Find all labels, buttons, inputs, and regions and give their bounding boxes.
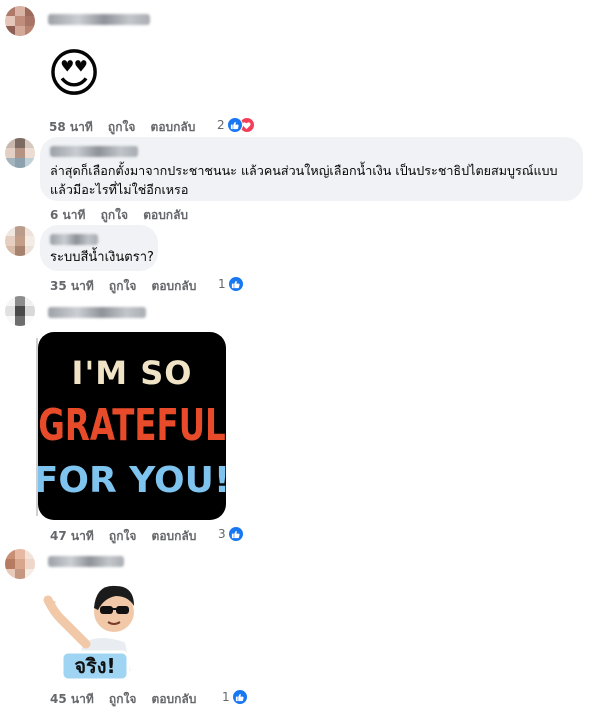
reaction-summary[interactable]: 2 [217, 117, 255, 133]
comment-text: ระบบสีน้ำเงินตรา? [50, 250, 154, 265]
sticker-line-3: FOR YOU! [38, 460, 226, 501]
like-icon [227, 276, 244, 292]
avatar[interactable] [5, 6, 35, 36]
reaction-summary[interactable]: 1 [218, 276, 244, 292]
reply-button[interactable]: ตอบกลับ [152, 690, 197, 709]
comment-meta: 35 นาที ถูกใจ ตอบกลับ [50, 277, 196, 296]
avatar[interactable] [5, 226, 35, 256]
commenter-name-blurred[interactable] [48, 14, 150, 25]
like-button[interactable]: ถูกใจ [108, 118, 135, 137]
commenter-name-blurred[interactable] [48, 307, 146, 318]
reply-button[interactable]: ตอบกลับ [151, 118, 196, 137]
grateful-sticker-art: I'M SO GRATEFUL FOR YOU! [38, 354, 226, 501]
emoji-sticker: 😍 [46, 44, 102, 104]
comment-meta: 58 นาที ถูกใจ ตอบกลับ [49, 118, 195, 137]
reaction-count: 3 [218, 527, 226, 541]
reply-button[interactable]: ตอบกลับ [152, 277, 197, 296]
comment-meta: 45 นาที ถูกใจ ตอบกลับ [50, 690, 196, 709]
sticker-line-1: I'M SO [72, 354, 193, 392]
sticker-line-2: GRATEFUL [38, 401, 225, 451]
gif-sticker[interactable]: I'M SO GRATEFUL FOR YOU! [38, 332, 226, 520]
like-button[interactable]: ถูกใจ [109, 527, 136, 546]
like-button[interactable]: ถูกใจ [109, 690, 136, 709]
comment-time[interactable]: 45 นาที [50, 690, 94, 709]
like-icon [226, 117, 243, 133]
avatar[interactable] [5, 549, 35, 579]
person-sticker[interactable]: จริง! [42, 572, 150, 684]
avatar[interactable] [5, 138, 35, 168]
reaction-summary[interactable]: 3 [218, 526, 244, 542]
reply-button[interactable]: ตอบกลับ [143, 206, 188, 225]
commenter-name-blurred[interactable] [48, 556, 124, 567]
comment-meta: 6 นาที ถูกใจ ตอบกลับ [50, 206, 188, 225]
sticker-caption: จริง! [74, 654, 116, 678]
avatar[interactable] [5, 296, 35, 326]
like-icon [227, 526, 244, 542]
comment-text-line: ล่าสุดก็เลือกตั้งมาจากประชาชนนะ แล้วคนส่… [50, 163, 558, 178]
comment-meta: 47 นาที ถูกใจ ตอบกลับ [50, 527, 196, 546]
reaction-count: 1 [222, 690, 230, 704]
reaction-count: 1 [218, 277, 226, 291]
comment-text: ล่าสุดก็เลือกตั้งมาจากประชาชนนะ แล้วคนส่… [50, 161, 580, 199]
comment-time[interactable]: 47 นาที [50, 527, 94, 546]
commenter-name-blurred[interactable] [50, 234, 98, 245]
reaction-count: 2 [217, 118, 225, 132]
reply-button[interactable]: ตอบกลับ [152, 527, 197, 546]
like-button[interactable]: ถูกใจ [109, 277, 136, 296]
comment-text-line: แล้วมีอะไรที่ไม่ใช่อีกเหรอ [50, 182, 189, 197]
commenter-name-blurred[interactable] [50, 146, 138, 157]
comment-time[interactable]: 6 นาที [50, 206, 85, 225]
like-button[interactable]: ถูกใจ [101, 206, 128, 225]
comment-time[interactable]: 35 นาที [50, 277, 94, 296]
comment-time[interactable]: 58 นาที [49, 118, 93, 137]
